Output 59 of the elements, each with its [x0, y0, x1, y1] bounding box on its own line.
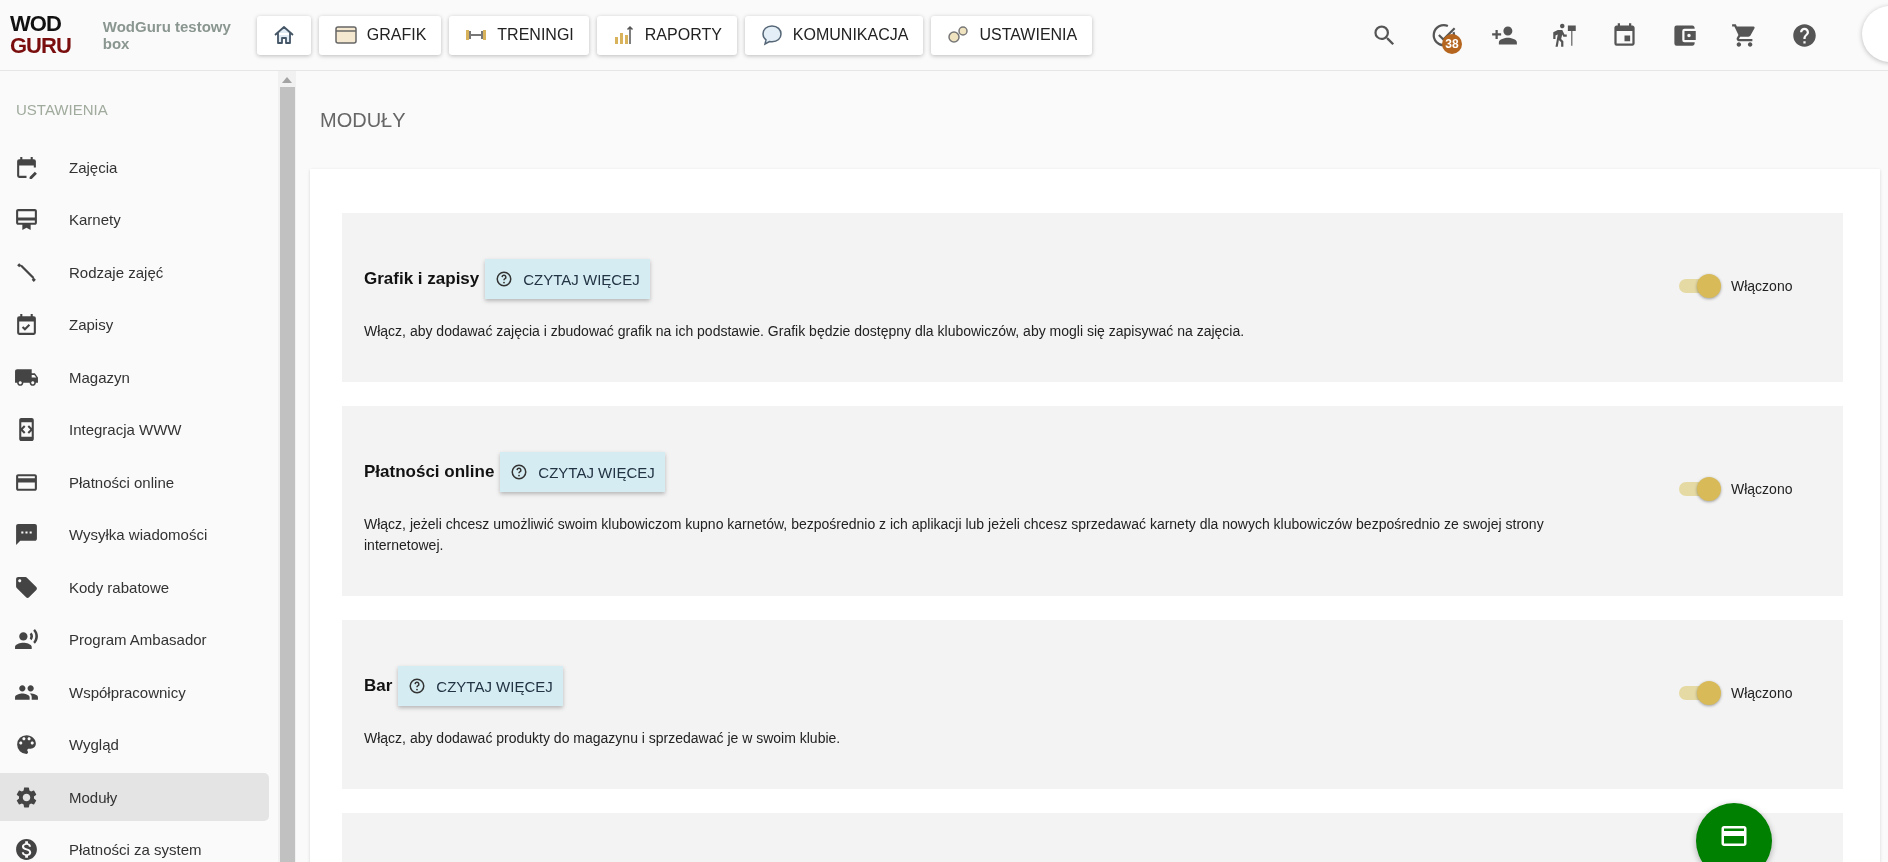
module-description: Włącz, jeżeli chcesz umożliwić swoim klubowiczom kupno karnetów, bezpośrednio z ich aplikacji lub jeżeli chcesz sprzedawać karnety dla nowych klubowiczów bezpośrednio ze swojej strony internetowej.	[364, 515, 1545, 555]
speaking-person-icon	[14, 627, 39, 652]
module-title: Grafik i zapisy	[364, 269, 480, 289]
help-outline-icon	[495, 270, 514, 288]
toggle-label: Włączono	[1731, 684, 1793, 701]
module-description: Włącz, aby dodawać produkty do magazynu i sprzedawać je w swoim klubie.	[364, 729, 842, 748]
tasks-badge: 38	[1442, 33, 1462, 54]
read-more-button[interactable]: CZYTAJ WIĘCEJ	[500, 452, 665, 492]
module-title: Płatności online	[364, 462, 495, 482]
logo[interactable]: WOD GURU	[10, 13, 75, 57]
palette-icon	[14, 732, 39, 757]
calendar-edit-icon	[14, 154, 39, 180]
sidebar-item[interactable]: Kody rabatowe	[0, 563, 269, 611]
sidebar-item[interactable]: Płatności online	[0, 458, 269, 506]
nav-tab[interactable]: KOMUNIKACJA	[744, 15, 924, 55]
nav-tab[interactable]: USTAWIENIA	[931, 15, 1093, 55]
module-description: Włącz, aby dodawać zajęcia i zbudować grafik na ich podstawie. Grafik będzie dostępny dla klubowiczów, aby mogli się zapisywać na zajęcia.	[364, 322, 1246, 341]
tag-icon	[14, 574, 39, 600]
toggle-switch[interactable]	[1677, 476, 1721, 502]
scrollbar[interactable]	[278, 71, 296, 862]
help-outline-icon	[510, 463, 529, 481]
calendar-icon[interactable]	[1611, 21, 1638, 49]
toggle-label: Włączono	[1731, 277, 1793, 294]
read-more-button[interactable]: CZYTAJ WIĘCEJ	[398, 666, 563, 706]
sidebar-item[interactable]: Zapisy	[0, 300, 269, 349]
read-more-button[interactable]: CZYTAJ WIĘCEJ	[485, 259, 650, 299]
sidebar-item[interactable]: Współpracownicy	[0, 668, 269, 716]
sidebar-item[interactable]: Moduły	[0, 773, 269, 821]
calendar-check-icon	[14, 312, 39, 337]
sidebar-item[interactable]: Karnety	[0, 195, 269, 244]
home-button[interactable]	[256, 15, 311, 55]
sidebar-item[interactable]: Magazyn	[0, 353, 269, 401]
module-title: Bar	[364, 676, 393, 696]
sidebar-item[interactable]: Wysyłka wiadomości	[0, 510, 269, 559]
toggle-switch[interactable]	[1677, 679, 1721, 706]
help-icon[interactable]	[1791, 21, 1818, 49]
help-outline-icon	[408, 677, 427, 695]
sidebar-item[interactable]: Program Ambasador	[0, 615, 269, 664]
sidebar-title: USTAWIENIA	[16, 101, 109, 120]
chat-bubble-icon	[759, 23, 784, 47]
check-circle-icon[interactable]	[1431, 21, 1458, 49]
nav-tab[interactable]: RAPORTY	[596, 15, 737, 55]
club-name: WodGuru testowy box	[102, 18, 232, 52]
nav-tab[interactable]: TRENINGI	[449, 15, 589, 55]
sidebar-item[interactable]: Integracja WWW	[0, 405, 269, 454]
chat-icon	[14, 522, 39, 547]
nav-tab[interactable]: GRAFIK	[318, 15, 442, 55]
sidebar-item[interactable]: Rodzaje zajęć	[0, 248, 269, 296]
calendar-icon	[333, 23, 358, 47]
ticket-icon	[14, 207, 39, 232]
walking-person-sign-icon[interactable]	[1551, 21, 1578, 49]
dollar-icon	[14, 837, 39, 862]
toggle-switch[interactable]	[1677, 272, 1721, 299]
sidebar-item[interactable]: Płatności za system	[0, 825, 269, 862]
sidebar-item[interactable]: Wygląd	[0, 720, 269, 769]
page-title: MODUŁY	[320, 109, 407, 133]
toggle-label: Włączono	[1731, 481, 1793, 497]
sidebar-item[interactable]: Zajęcia	[0, 143, 269, 191]
cart-icon[interactable]	[1731, 21, 1758, 49]
